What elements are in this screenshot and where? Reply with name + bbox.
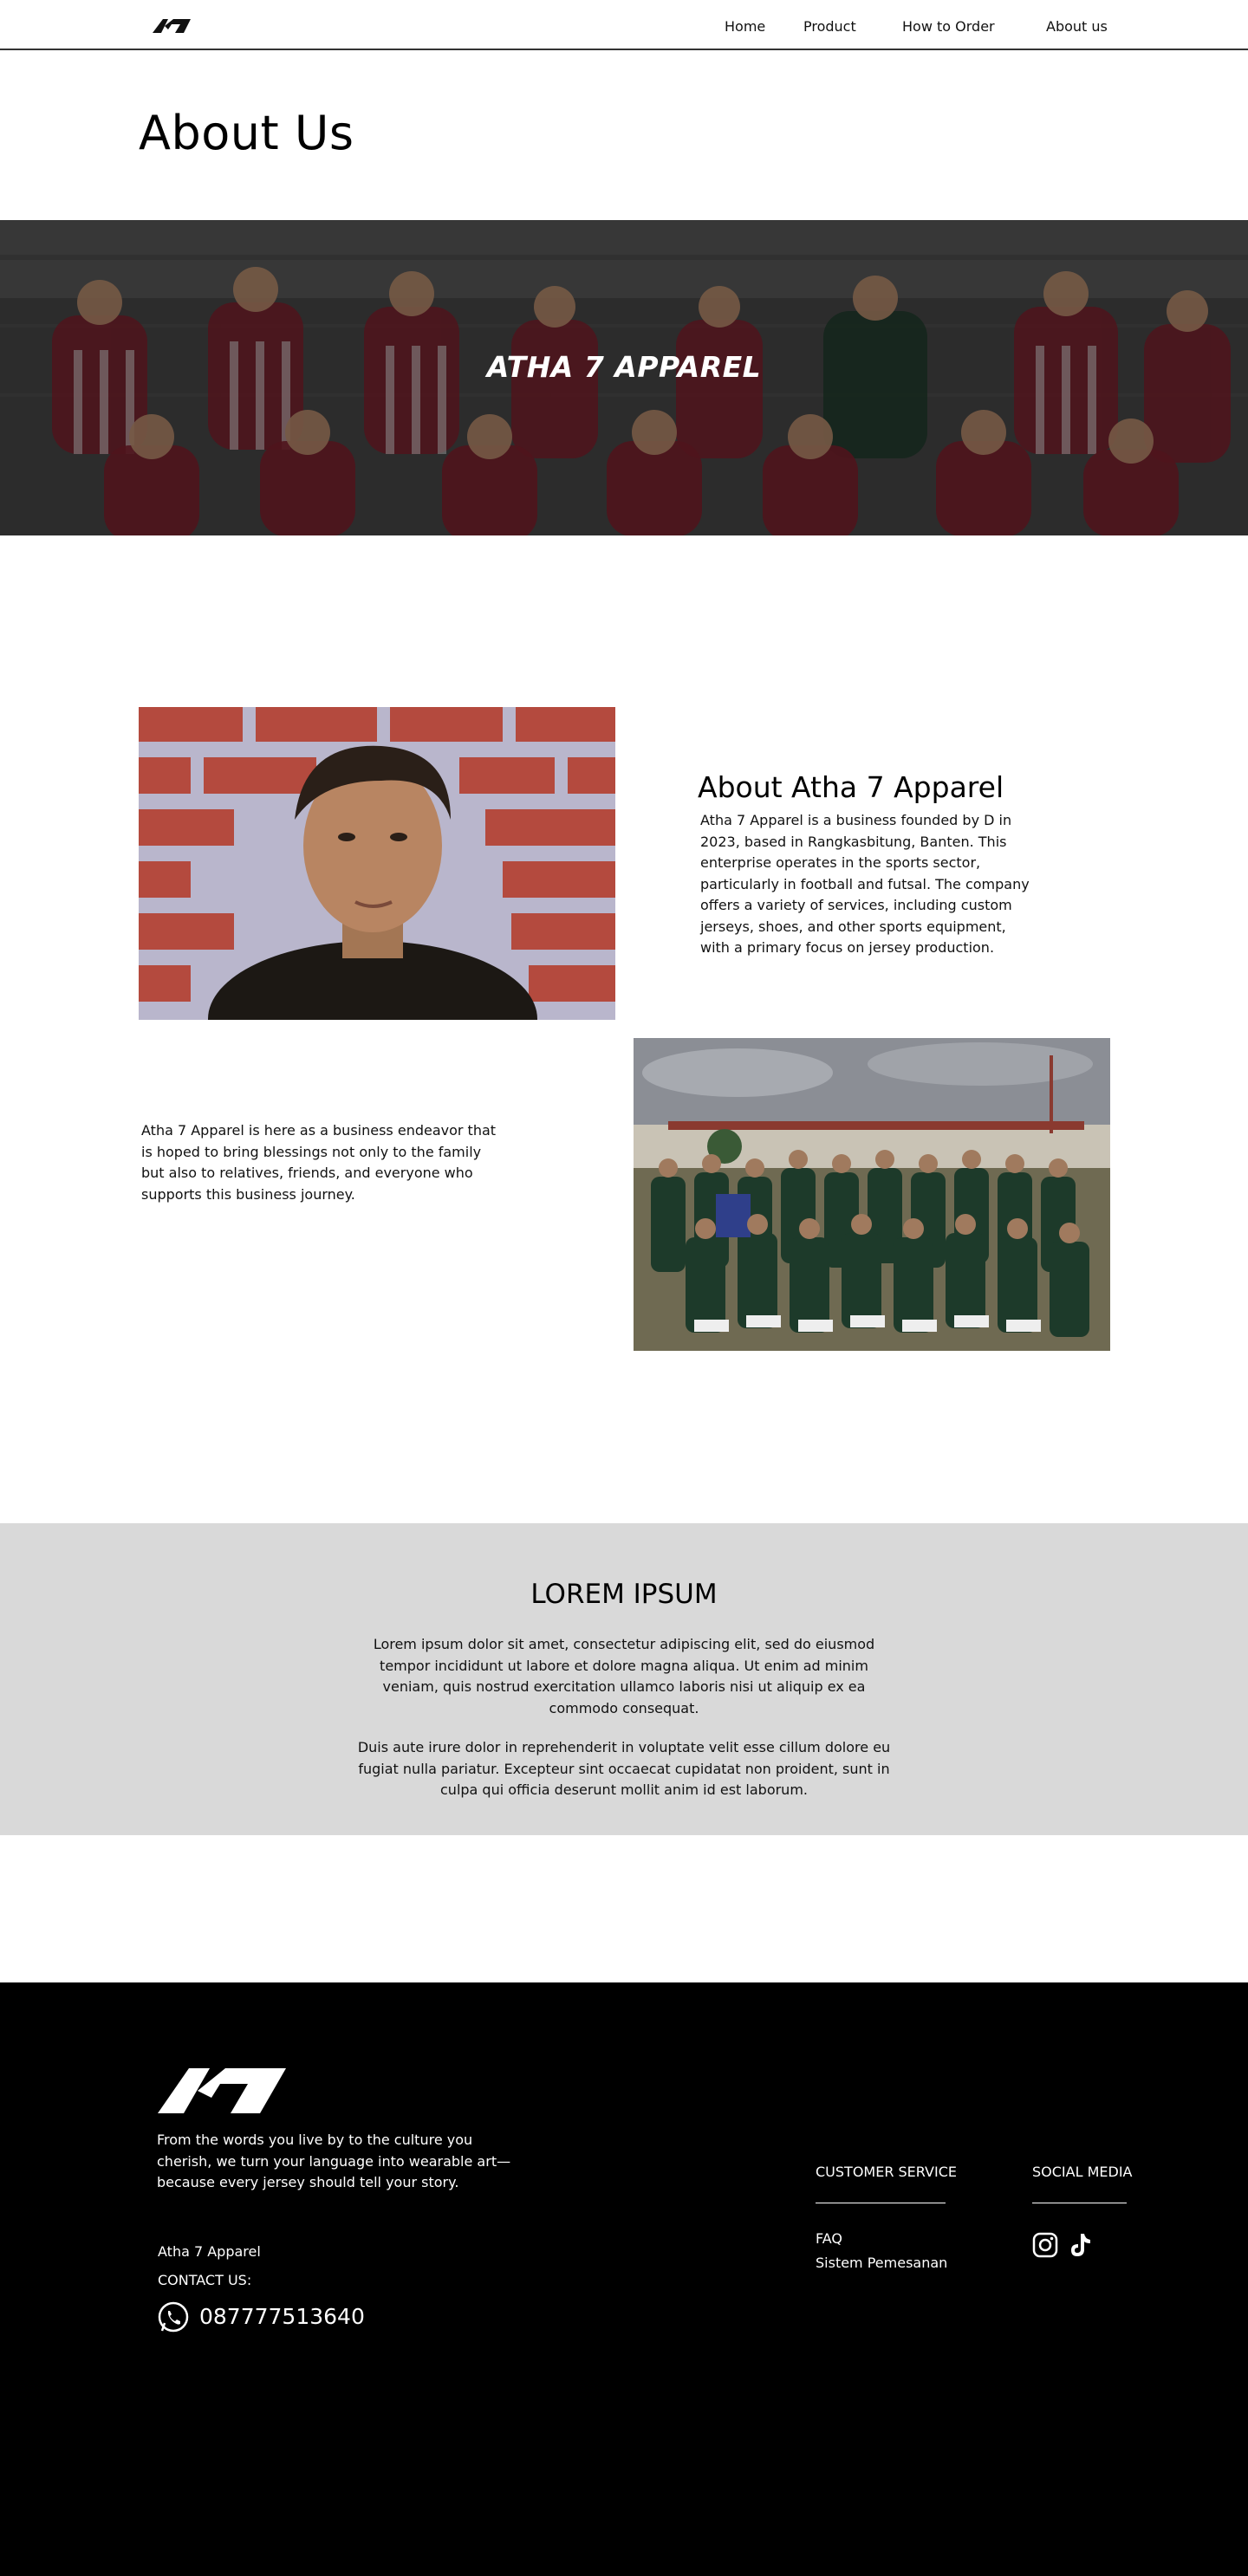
footer-company-name: Atha 7 Apparel bbox=[158, 2243, 261, 2260]
tiktok-icon[interactable] bbox=[1069, 2232, 1093, 2258]
social-media-heading: SOCIAL MEDIA bbox=[1032, 2164, 1133, 2180]
founder-portrait-photo bbox=[139, 707, 615, 1020]
footer: From the words you live by to the cultur… bbox=[0, 1982, 1248, 2576]
page-title: About Us bbox=[139, 106, 354, 160]
faq-link[interactable]: FAQ bbox=[816, 2230, 842, 2247]
hero-title: ATHA 7 APPAREL bbox=[486, 350, 762, 384]
ordering-system-link[interactable]: Sistem Pemesanan bbox=[816, 2255, 947, 2271]
top-navigation: Home Product How to Order About us bbox=[0, 0, 1248, 50]
about-description: Atha 7 Apparel is a business founded by … bbox=[700, 812, 1030, 956]
team-photo bbox=[634, 1038, 1110, 1351]
footer-logo[interactable] bbox=[158, 2065, 288, 2115]
footer-tagline: From the words you live by to the cultur… bbox=[157, 2132, 511, 2190]
nav-about-link[interactable]: About us bbox=[1046, 18, 1108, 35]
nav-home-link[interactable]: Home bbox=[725, 18, 765, 35]
hero-banner: ATHA 7 APPAREL bbox=[0, 220, 1248, 535]
footer-contact-label: CONTACT US: bbox=[158, 2272, 252, 2288]
lorem-title: LOREM IPSUM bbox=[530, 1579, 718, 1610]
whatsapp-icon[interactable] bbox=[157, 2300, 190, 2333]
nav-product-link[interactable]: Product bbox=[803, 18, 856, 35]
atha-7-logo[interactable] bbox=[153, 17, 192, 35]
lorem-paragraph-1: Lorem ipsum dolor sit amet, consectetur … bbox=[373, 1636, 875, 1716]
footer-phone-number[interactable]: 087777513640 bbox=[199, 2304, 365, 2329]
mission-text: Atha 7 Apparel is here as a business end… bbox=[141, 1122, 497, 1203]
about-heading: About Atha 7 Apparel bbox=[698, 770, 1004, 804]
nav-how-to-order-link[interactable]: How to Order bbox=[902, 18, 995, 35]
instagram-icon[interactable] bbox=[1032, 2232, 1058, 2258]
lorem-paragraph-2: Duis aute irure dolor in reprehenderit i… bbox=[357, 1739, 891, 1798]
lorem-section: LOREM IPSUM Lorem ipsum dolor sit amet, … bbox=[0, 1523, 1248, 1835]
customer-service-heading: CUSTOMER SERVICE bbox=[816, 2164, 957, 2180]
